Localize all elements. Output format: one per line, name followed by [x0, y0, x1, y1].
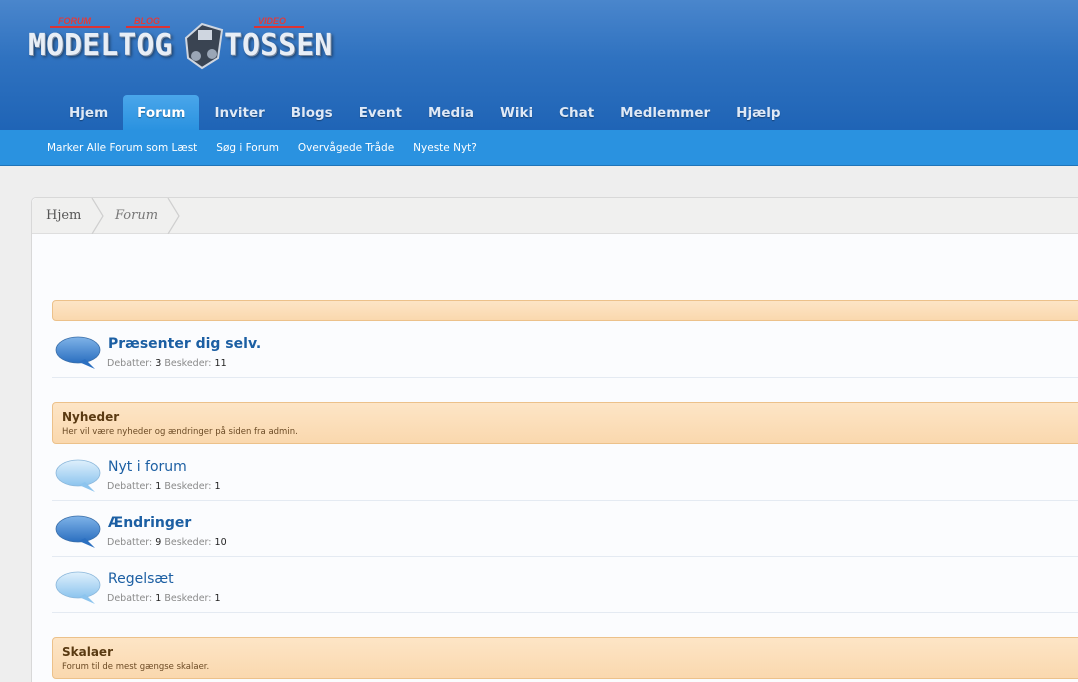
nav-tab-media[interactable]: Media [417, 95, 485, 130]
forum-unread-bubble-icon [55, 515, 101, 548]
nav-tab-inviter[interactable]: Inviter [203, 95, 275, 130]
breadcrumb-separator-icon [167, 198, 180, 234]
forum-row: Præsenter dig selv. Debatter: 3 Beskeder… [52, 322, 1078, 378]
site-logo[interactable]: FORUM BLOG VIDEO MODELTOG TOSSEN [28, 14, 338, 74]
logo-text-right: TOSSEN [224, 28, 333, 63]
site-header: FORUM BLOG VIDEO MODELTOG TOSSEN Hjem Fo… [0, 0, 1078, 130]
category-description: Her vil være nyheder og ændringer på sid… [62, 427, 298, 437]
breadcrumb-forum[interactable]: Forum [115, 198, 158, 234]
forum-stats: Debatter: 1 Beskeder: 1 [107, 481, 221, 492]
messages-label: Beskeder: [164, 593, 212, 604]
nav-tab-chat[interactable]: Chat [548, 95, 605, 130]
messages-count: 1 [214, 481, 221, 492]
forum-row: Nyt i forum Debatter: 1 Beskeder: 1 [52, 445, 1078, 501]
nav-tab-medlemmer[interactable]: Medlemmer [609, 95, 721, 130]
threads-count: 9 [155, 537, 162, 548]
messages-count: 1 [214, 593, 221, 604]
logo-forum-label: FORUM [58, 16, 91, 26]
whats-new-link[interactable]: Nyeste Nyt? [413, 142, 477, 154]
train-emblem-icon [184, 22, 224, 70]
messages-label: Beskeder: [164, 358, 212, 369]
forum-read-bubble-icon [55, 571, 101, 604]
threads-count: 1 [155, 593, 162, 604]
breadcrumb-separator-icon [91, 198, 104, 234]
messages-label: Beskeder: [164, 537, 212, 548]
watched-threads-link[interactable]: Overvågede Tråde [298, 142, 394, 154]
category-bar: Nyheder Her vil være nyheder og ændringe… [52, 402, 1078, 444]
forum-title[interactable]: Regelsæt [108, 571, 174, 587]
category-bar: Skalaer Forum til de mest gængse skalaer… [52, 637, 1078, 679]
forum-title[interactable]: Præsenter dig selv. [108, 336, 261, 352]
threads-label: Debatter: [107, 593, 153, 604]
search-forum-link[interactable]: Søg i Forum [216, 142, 279, 154]
breadcrumb-hjem[interactable]: Hjem [46, 198, 81, 234]
forum-title[interactable]: Nyt i forum [108, 459, 187, 475]
messages-label: Beskeder: [164, 481, 212, 492]
logo-text-left: MODELTOG [28, 28, 173, 63]
threads-count: 3 [155, 358, 162, 369]
category-title[interactable]: Nyheder [62, 410, 119, 424]
logo-video-label: VIDEO [258, 16, 287, 26]
nav-tab-forum[interactable]: Forum [123, 95, 200, 130]
content-panel: Hjem Forum Præsenter dig selv. Debatter:… [31, 197, 1078, 682]
messages-count: 11 [214, 358, 227, 369]
category-description: Forum til de mest gængse skalaer. [62, 662, 210, 672]
category-title[interactable]: Skalaer [62, 645, 113, 659]
nav-tab-wiki[interactable]: Wiki [489, 95, 544, 130]
forum-unread-bubble-icon [55, 336, 101, 369]
nav-tab-hjaelp[interactable]: Hjælp [725, 95, 791, 130]
breadcrumb: Hjem Forum [32, 198, 1078, 234]
forum-stats: Debatter: 3 Beskeder: 11 [107, 358, 227, 369]
forum-row: Regelsæt Debatter: 1 Beskeder: 1 [52, 557, 1078, 613]
main-nav: Hjem Forum Inviter Blogs Event Media Wik… [58, 95, 796, 130]
threads-label: Debatter: [107, 481, 153, 492]
sub-nav: Marker Alle Forum som Læst Søg i Forum O… [0, 130, 1078, 166]
threads-label: Debatter: [107, 537, 153, 548]
nav-tab-event[interactable]: Event [348, 95, 413, 130]
nav-tab-hjem[interactable]: Hjem [58, 95, 119, 130]
forum-stats: Debatter: 1 Beskeder: 1 [107, 593, 221, 604]
category-bar [52, 300, 1078, 321]
forum-row: Ændringer Debatter: 9 Beskeder: 10 [52, 501, 1078, 557]
forum-read-bubble-icon [55, 459, 101, 492]
nav-tab-blogs[interactable]: Blogs [280, 95, 344, 130]
threads-count: 1 [155, 481, 162, 492]
threads-label: Debatter: [107, 358, 153, 369]
forum-stats: Debatter: 9 Beskeder: 10 [107, 537, 227, 548]
mark-all-read-link[interactable]: Marker Alle Forum som Læst [47, 142, 197, 154]
forum-title[interactable]: Ændringer [108, 515, 191, 531]
logo-blog-label: BLOG [134, 16, 160, 26]
messages-count: 10 [214, 537, 227, 548]
